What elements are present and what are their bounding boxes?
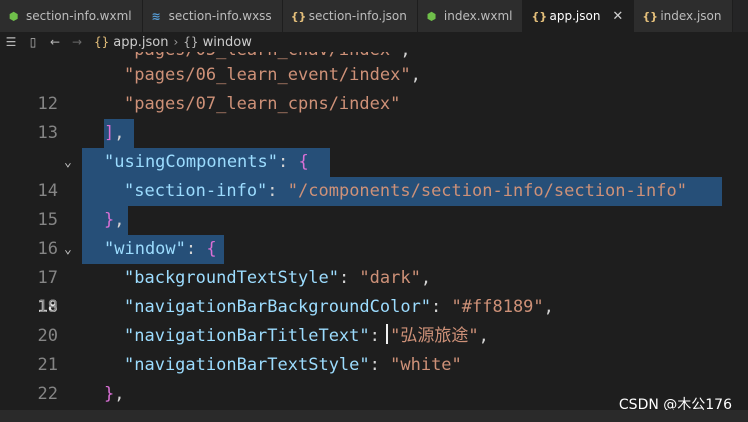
tab-label: section-info.json [308,9,407,23]
chevron-down-icon[interactable]: ⌄ [64,235,72,264]
json-file-icon: {} [290,9,307,23]
code-line-current: 18 ⌄ "window": { [0,235,748,317]
object-symbol-icon: {} [183,35,199,49]
code-line: 14 ], [0,119,748,201]
tab-index-wxml[interactable]: ⬢ index.wxml [417,0,524,32]
mouse-text-cursor [386,324,388,344]
tab-section-info-wxml[interactable]: ⬢ section-info.wxml [0,0,143,32]
tab-section-info-wxss[interactable]: ≋ section-info.wxss [142,0,283,32]
wxml-file-icon: ⬢ [8,9,19,23]
chevron-right-icon: › [173,35,179,49]
code-line: 21 "navigationBarTitleText": "弘源旅途", [0,322,748,375]
json-file-icon: {} [531,9,548,23]
code-line: 22 "navigationBarTextStyle": "white" [0,351,748,404]
code-line: 20 "navigationBarBackgroundColor": "#ff8… [0,293,748,346]
close-icon[interactable]: ✕ [612,9,623,24]
wxss-file-icon: ≋ [151,9,161,23]
tab-label: index.wxml [443,9,513,23]
tab-label: app.json [549,9,601,23]
tab-section-info-json[interactable]: {} section-info.json [282,0,418,32]
json-file-icon: {} [94,35,110,49]
tab-app-json[interactable]: {} app.json ✕ [523,0,635,32]
tab-index-json[interactable]: {} index.json [634,0,733,32]
editor-tab-bar: ⬢ section-info.wxml ≋ section-info.wxss … [0,0,748,32]
code-line: 15 ⌄ "usingComponents": { [0,148,748,230]
back-arrow-icon[interactable]: ← [44,35,66,49]
breadcrumb: ☰ ▯ ← → {} app.json › {} window [0,32,748,52]
tab-label: section-info.wxss [168,9,272,23]
code-line: 16 "section-info": "/components/section-… [0,177,748,259]
wxml-file-icon: ⬢ [426,9,437,23]
bookmark-icon[interactable]: ▯ [22,35,44,49]
code-line: 12 "pages/06_learn_event/index", [0,61,748,114]
code-line: 17 }, [0,206,748,288]
code-line: 19 "backgroundTextStyle": "dark", [0,264,748,317]
json-file-icon: {} [642,9,658,23]
chevron-down-icon[interactable]: ⌄ [64,148,72,177]
tab-label: section-info.wxml [26,9,132,23]
code-editor[interactable]: "pages/05_learn_cnav/index", 12 "pages/0… [0,52,748,410]
breadcrumb-file[interactable]: app.json [113,35,168,50]
status-bar [0,410,748,422]
code-line: 13 "pages/07_learn_cpns/index" [0,90,748,143]
breadcrumb-symbol[interactable]: window [203,35,252,50]
forward-arrow-icon[interactable]: → [66,35,88,49]
list-icon[interactable]: ☰ [0,35,22,49]
tab-label: index.json [660,9,722,23]
